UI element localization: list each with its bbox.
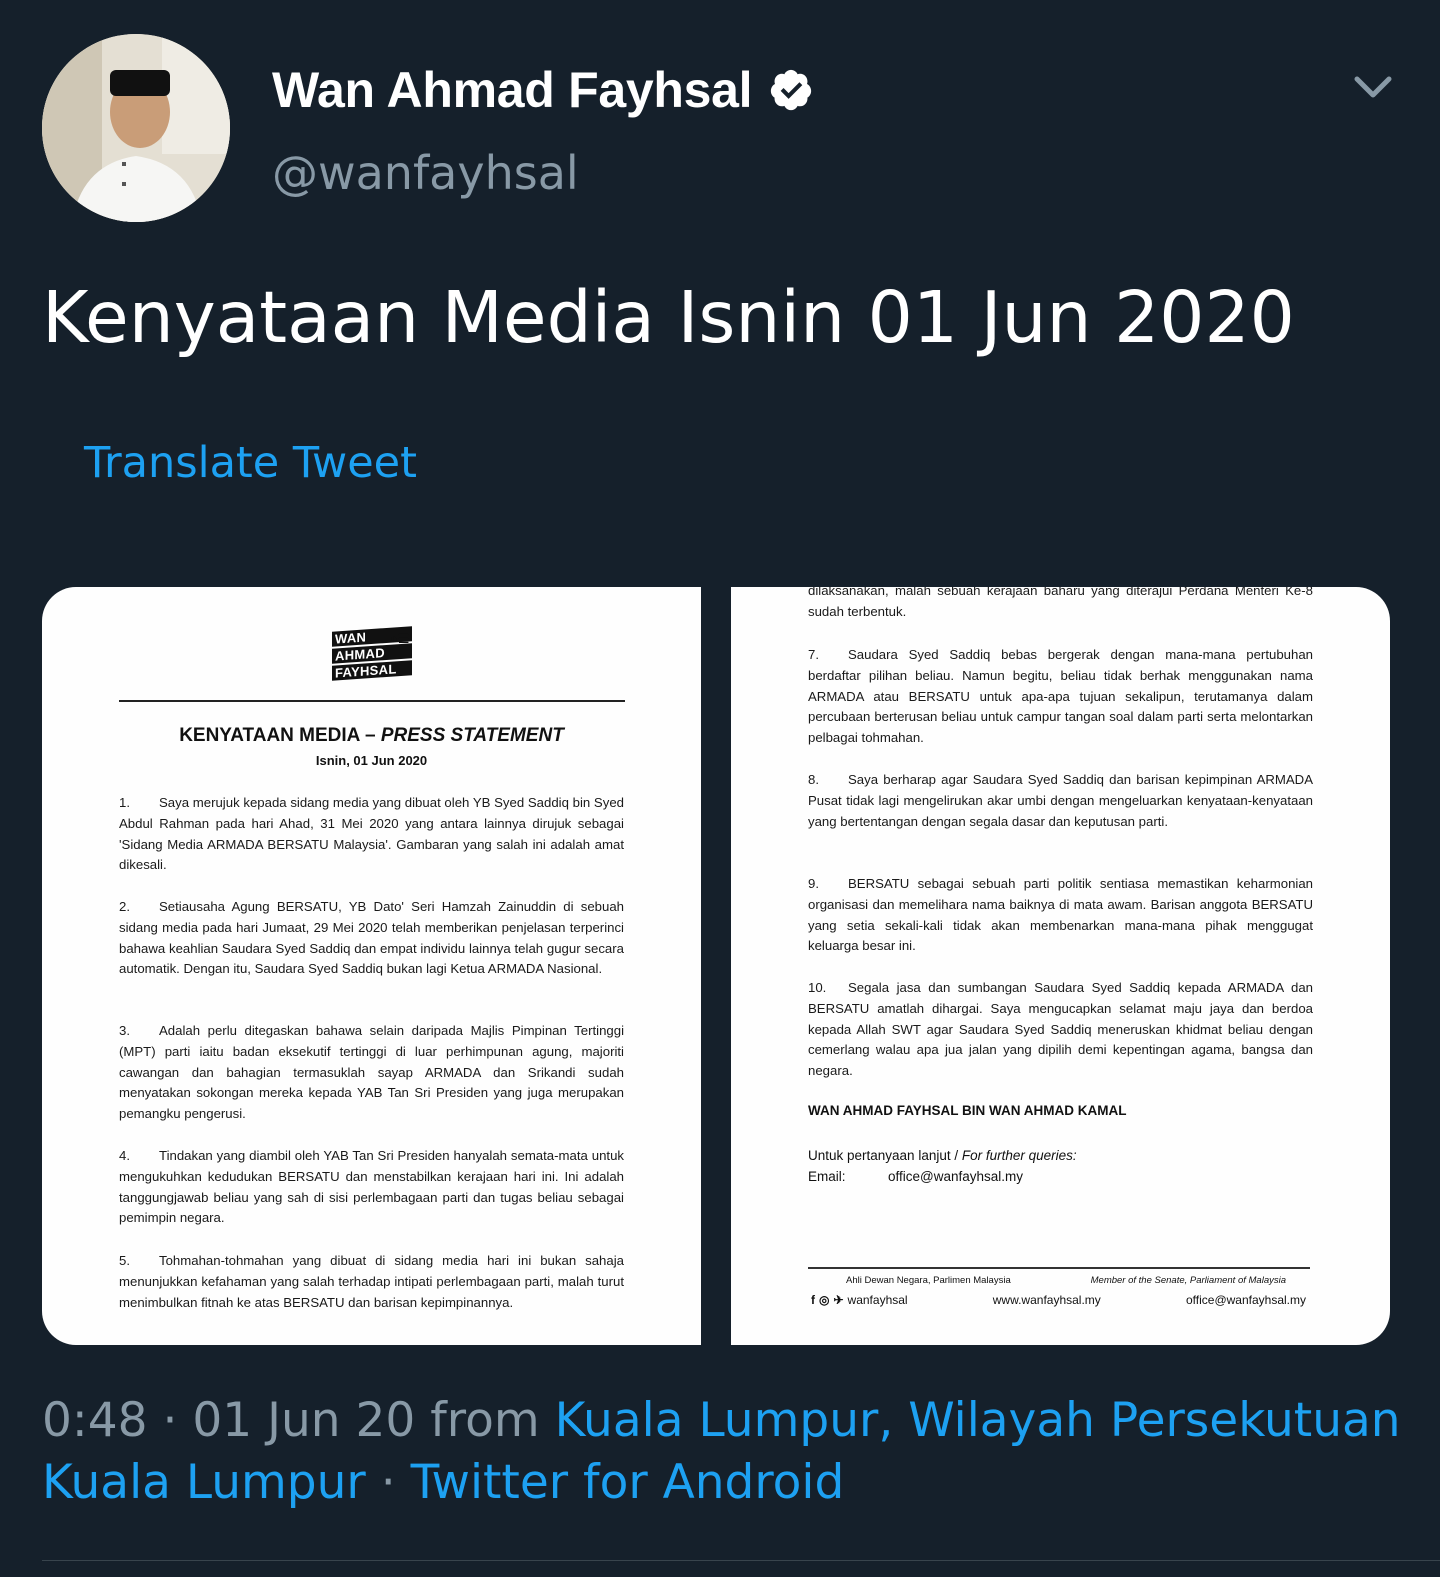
document-paragraph: 4. Tindakan yang diambil oleh YAB Tan Sri… [119, 1148, 624, 1226]
logo-mark-icon: ◐☰ [390, 631, 410, 646]
tweet-meta: 0:48 · 01 Jun 20 from Kuala Lumpur, Wila… [42, 1393, 1401, 1510]
chevron-down-icon[interactable] [1352, 72, 1394, 102]
document-paragraph: dilaksanakan, malah sebuah kerajaan baha… [808, 587, 1313, 619]
document-paragraph: 10. Segala jasa dan sumbangan Saudara Sye… [808, 980, 1313, 1079]
tweet-text: Kenyataan Media Isnin 01 Jun 2020 [42, 276, 1295, 359]
display-name[interactable]: Wan Ahmad Fayhsal [272, 61, 752, 119]
document-paragraph: 1. Saya merujuk kepada sidang media yang … [119, 795, 624, 873]
divider [42, 1560, 1440, 1561]
document-paragraph: 5. Tohmahan-tohmahan yang dibuat di sidan… [119, 1253, 624, 1310]
user-handle[interactable]: @wanfayhsal [272, 146, 579, 200]
document-rule [119, 700, 625, 702]
document-footer-rule [808, 1267, 1310, 1269]
tweet-media: WAN AHMAD FAYHSAL ◐☰ KENYATAAN MEDIA – P… [42, 587, 1390, 1345]
document-logo: WAN AHMAD FAYHSAL ◐☰ [332, 626, 412, 681]
document-footer-contacts: f ◎ ✈ wanfayhsal www.wanfayhsal.my offic… [811, 1293, 1306, 1307]
document-footer-titles: Ahli Dewan Negara, Parlimen Malaysia Mem… [846, 1275, 1286, 1286]
instagram-icon: ◎ [819, 1293, 830, 1307]
document-title: KENYATAAN MEDIA – PRESS STATEMENT [179, 725, 564, 746]
tweet-date[interactable]: 01 Jun 20 [192, 1393, 415, 1448]
user-name-row: Wan Ahmad Fayhsal [272, 58, 814, 122]
document-paragraph: 3. Adalah perlu ditegaskan bahawa selain … [119, 1023, 624, 1122]
document-date: Isnin, 01 Jun 2020 [315, 753, 428, 768]
avatar[interactable] [42, 34, 230, 222]
tweet-time[interactable]: 0:48 [42, 1393, 148, 1448]
avatar-photo [42, 34, 230, 222]
tweet-source-link[interactable]: Twitter for Android [411, 1455, 845, 1510]
document-paragraph: 8. Saya berharap agar Saudara Syed Saddiq… [808, 772, 1313, 829]
twitter-icon: ✈ [833, 1293, 844, 1307]
document-queries: Untuk pertanyaan lanjut / For further qu… [808, 1148, 1077, 1184]
media-image-1[interactable]: WAN AHMAD FAYHSAL ◐☰ KENYATAAN MEDIA – P… [42, 587, 701, 1345]
verified-badge-icon [771, 69, 812, 111]
translate-tweet-link[interactable]: Translate Tweet [84, 438, 417, 488]
document-paragraph: 2. Setiausaha Agung BERSATU, YB Dato' Ser… [119, 899, 624, 977]
document-paragraph: 9. BERSATU sebagai sebuah parti politik s… [808, 876, 1313, 954]
document-paragraph: 7. Saudara Syed Saddiq bebas bergerak den… [808, 647, 1313, 746]
facebook-icon: f [811, 1293, 815, 1307]
media-image-2[interactable]: dilaksanakan, malah sebuah kerajaan baha… [731, 587, 1390, 1345]
document-signature: WAN AHMAD FAYHSAL BIN WAN AHMAD KAMAL [808, 1103, 1127, 1118]
